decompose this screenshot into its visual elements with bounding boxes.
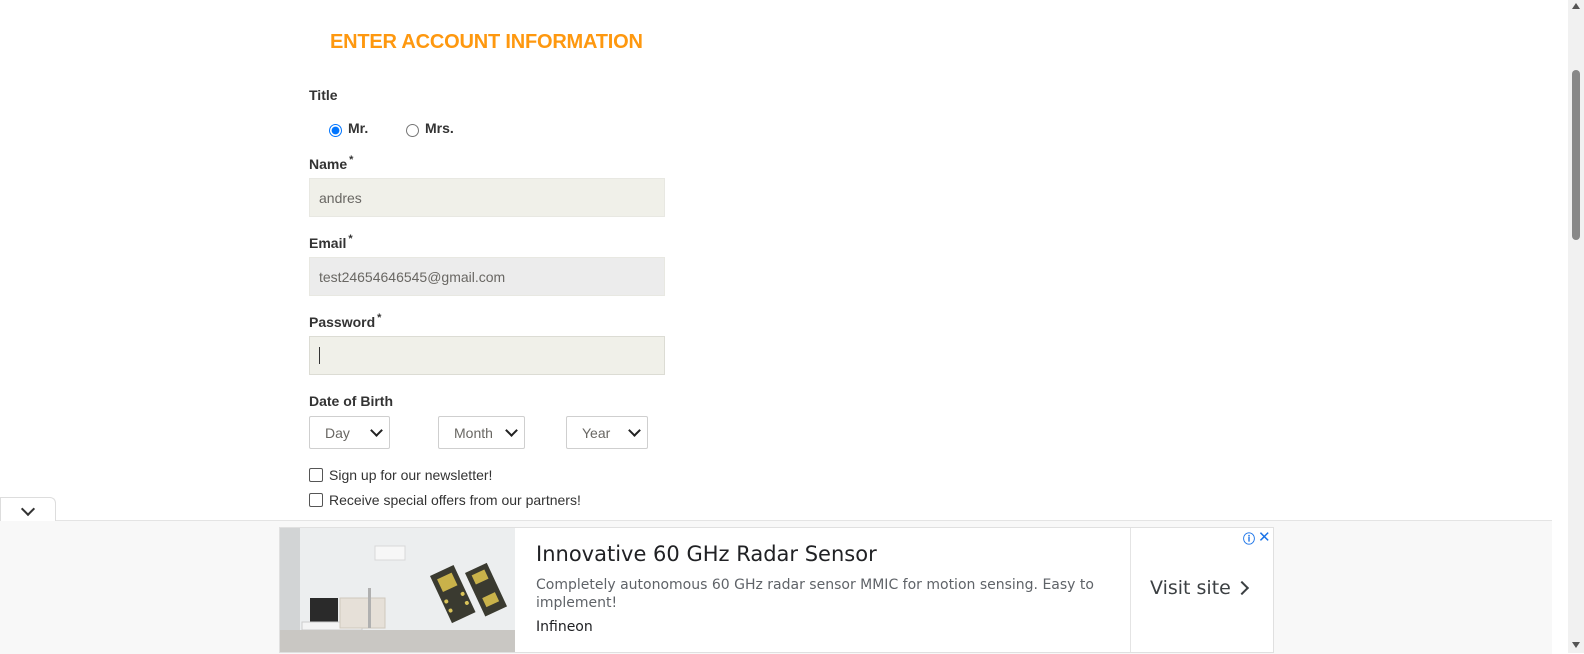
page-scrollbar[interactable] [1568, 0, 1584, 653]
name-input[interactable] [309, 178, 665, 217]
newsletter-checkbox[interactable] [309, 468, 323, 482]
title-mrs-option[interactable]: Mrs. [406, 120, 454, 137]
dob-year-select[interactable]: Year [566, 416, 648, 449]
password-input[interactable] [309, 336, 665, 375]
ad-visit-site-button[interactable]: Visit site [1150, 577, 1249, 599]
newsletter-label: Sign up for our newsletter! [329, 467, 493, 483]
title-mr-radio[interactable] [329, 123, 342, 137]
title-mr-option[interactable]: Mr. [329, 120, 369, 137]
title-label: Title [309, 87, 338, 103]
ad-divider [1130, 528, 1131, 652]
chevron-down-icon [505, 424, 518, 437]
email-label: Email * [309, 233, 353, 251]
offers-checkbox[interactable] [309, 493, 323, 507]
dob-year-value: Year [582, 424, 611, 441]
title-mrs-label: Mrs. [425, 120, 454, 136]
scrollbar-thumb[interactable] [1572, 70, 1580, 240]
ad-image[interactable] [280, 528, 515, 652]
offers-label: Receive special offers from our partners… [329, 492, 581, 508]
ad-container[interactable]: Innovative 60 GHz Radar Sensor Completel… [279, 527, 1274, 653]
text-caret [319, 347, 320, 364]
dob-month-value: Month [454, 424, 493, 441]
newsletter-option[interactable]: Sign up for our newsletter! [309, 467, 492, 483]
dob-day-value: Day [325, 424, 350, 441]
offers-option[interactable]: Receive special offers from our partners… [309, 492, 581, 508]
chevron-down-icon [628, 424, 641, 437]
dob-month-select[interactable]: Month [438, 416, 525, 449]
ad-brand: Infineon [536, 619, 593, 635]
dob-label: Date of Birth [309, 393, 393, 409]
dob-day-select[interactable]: Day [309, 416, 390, 449]
email-input[interactable] [309, 257, 665, 296]
info-icon[interactable]: ⓘ [1243, 530, 1255, 547]
chevron-down-icon [20, 501, 36, 517]
chevron-right-icon [1234, 580, 1249, 596]
ad-collapse-button[interactable] [0, 497, 56, 521]
ad-cta-label: Visit site [1150, 577, 1231, 599]
title-mr-label: Mr. [348, 120, 369, 136]
ad-title[interactable]: Innovative 60 GHz Radar Sensor [536, 542, 877, 566]
password-label: Password * [309, 312, 382, 330]
name-label: Name * [309, 154, 354, 172]
form-heading: ENTER ACCOUNT INFORMATION [330, 31, 643, 53]
ad-description: Completely autonomous 60 GHz radar senso… [536, 577, 1094, 611]
title-mrs-radio[interactable] [406, 123, 419, 137]
scroll-down-icon[interactable] [1572, 642, 1580, 648]
ad-image-illustration [280, 528, 515, 652]
chevron-down-icon [370, 424, 383, 437]
scroll-up-icon[interactable] [1572, 3, 1580, 9]
close-icon[interactable]: ✕ [1258, 528, 1271, 546]
